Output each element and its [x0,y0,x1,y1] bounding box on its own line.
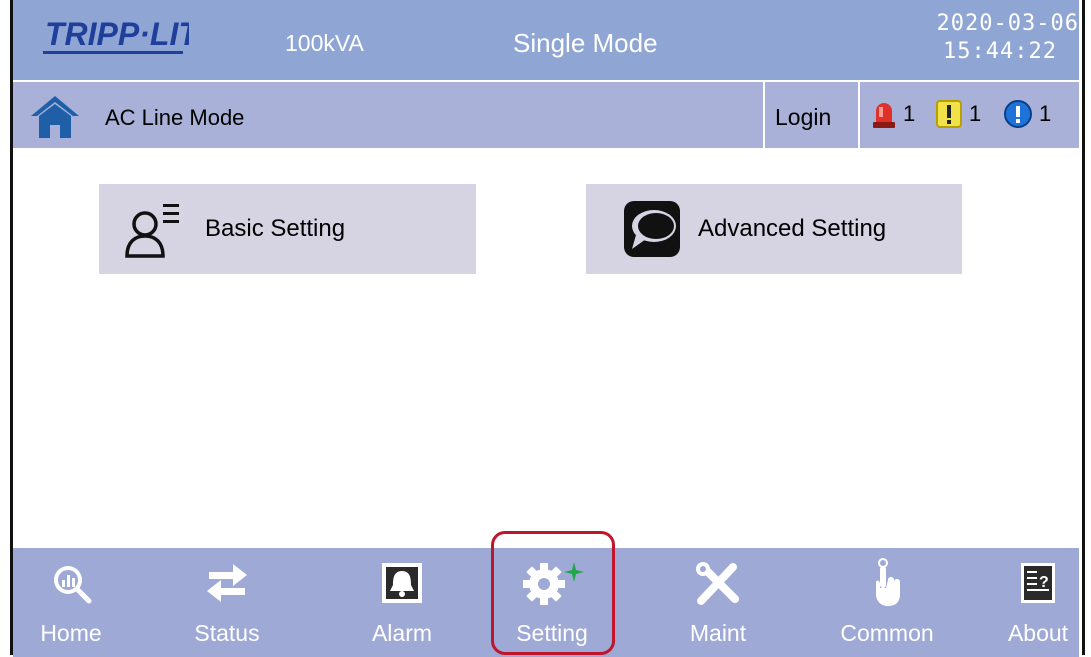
tripp-lite-logo: TRIPP·LITE [43,12,189,58]
header-bar: TRIPP·LITE 100kVA Single Mode 2020-03-06… [13,0,1079,80]
red-siren-icon [873,103,895,128]
nav-alarm-label: Alarm [371,620,433,646]
nav-alarm[interactable]: Alarm [347,548,457,657]
house-icon [31,96,79,138]
nav-status-label: Status [194,620,260,646]
home-button[interactable] [29,94,81,140]
help-document-icon: ? [1021,563,1055,603]
arrows-exchange-icon [207,564,247,602]
critical-alarm-counter[interactable]: 1 [871,96,915,132]
nav-home[interactable]: Home [16,548,126,657]
divider [858,82,860,148]
critical-alarm-count: 1 [903,101,916,126]
bell-icon [382,563,422,603]
divider [763,82,765,148]
nav-home-label: Home [40,620,102,646]
nav-about-label: About [1007,620,1069,646]
info-alarm-counter[interactable]: 1 [1003,96,1051,132]
svg-text:?: ? [1039,574,1049,591]
date-text: 2020-03-06 [936,11,1079,36]
tools-icon [696,562,739,605]
user-list-icon [125,204,179,258]
svg-text:TRIPP·LITE: TRIPP·LITE [45,16,189,52]
speech-bubble-icon [624,201,680,257]
time-text: 15:44:22 [943,39,1057,64]
nav-common-label: Common [840,620,934,646]
operating-mode-label: Single Mode [513,28,658,58]
nav-status[interactable]: Status [172,548,282,657]
basic-setting-button[interactable]: Basic Setting [99,184,476,274]
nav-maint[interactable]: Maint [663,548,773,657]
datetime-display: 2020-03-06 15:44:22 [899,10,1079,66]
info-alarm-count: 1 [1039,101,1052,126]
login-button[interactable]: Login [775,104,831,131]
line-mode-text: AC Line Mode [105,105,245,130]
nav-about[interactable]: ? About [983,548,1091,657]
warning-alarm-count: 1 [969,101,982,126]
status-bar: AC Line Mode Login 1 1 1 [13,82,1079,148]
capacity-label: 100kVA [285,30,364,56]
basic-setting-label: Basic Setting [205,215,346,242]
home-chart-icon [54,566,92,604]
yellow-warning-icon [936,100,962,128]
blue-info-icon [1004,100,1032,128]
advanced-setting-label: Advanced Setting [698,215,887,242]
touch-hand-icon [876,558,900,606]
nav-maint-label: Maint [689,620,747,646]
warning-alarm-counter[interactable]: 1 [935,96,981,132]
nav-common[interactable]: Common [832,548,942,657]
active-nav-highlight [491,531,615,655]
advanced-setting-button[interactable]: Advanced Setting [586,184,962,274]
